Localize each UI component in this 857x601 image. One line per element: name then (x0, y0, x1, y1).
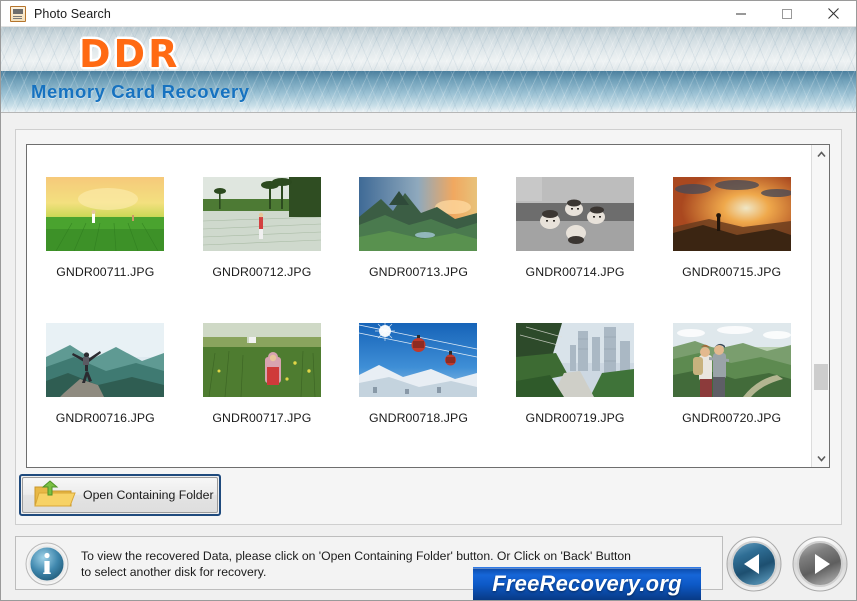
results-groupbox: GNDR00711.JPG GNDR00712.JPG GNDR00713.JP… (15, 129, 842, 525)
thumbnail-item[interactable]: GNDR00719.JPG (497, 323, 654, 425)
thumbnail-caption: GNDR00720.JPG (682, 411, 782, 425)
window-controls (718, 1, 856, 27)
thumbnail-list-panel[interactable]: GNDR00711.JPG GNDR00712.JPG GNDR00713.JP… (26, 144, 830, 468)
thumbnail-item[interactable]: GNDR00714.JPG (497, 177, 654, 279)
open-containing-folder-label: Open Containing Folder (83, 488, 214, 502)
thumbnail-image-couple-viewpoint[interactable] (672, 323, 791, 397)
thumbnail-image-rice-field-sunrise[interactable] (46, 177, 165, 251)
thumbnail-caption: GNDR00714.JPG (525, 265, 625, 279)
thumbnail-image-mountain-valley-sunset[interactable] (359, 177, 478, 251)
thumbnail-caption: GNDR00717.JPG (212, 411, 312, 425)
thumbnail-row: GNDR00716.JPG GNDR00717.JPG GNDR00718.JP… (27, 323, 810, 425)
vertical-scrollbar[interactable] (811, 145, 829, 467)
thumbnail-caption: GNDR00716.JPG (55, 411, 155, 425)
thumbnail-item[interactable]: GNDR00711.JPG (27, 177, 184, 279)
thumbnail-image-woman-mountain-peak[interactable] (46, 323, 165, 397)
brand-banner: DDR Memory Card Recovery (1, 27, 856, 112)
next-button[interactable] (792, 536, 848, 592)
thumbnail-caption: GNDR00715.JPG (682, 265, 782, 279)
thumbnail-item[interactable]: GNDR00718.JPG (340, 323, 497, 425)
folder-upload-icon (31, 479, 77, 511)
chevron-up-icon[interactable] (812, 145, 829, 163)
thumbnail-item[interactable]: GNDR00716.JPG (27, 323, 184, 425)
chevron-down-icon[interactable] (812, 449, 829, 467)
thumbnail-image-paddy-field-palms[interactable] (202, 177, 321, 251)
thumbnail-item[interactable]: GNDR00715.JPG (653, 177, 810, 279)
thumbnail-row: GNDR00711.JPG GNDR00712.JPG GNDR00713.JP… (27, 177, 810, 279)
thumbnail-grid: GNDR00711.JPG GNDR00712.JPG GNDR00713.JP… (27, 145, 810, 467)
back-button[interactable] (726, 536, 782, 592)
thumbnail-caption: GNDR00713.JPG (368, 265, 468, 279)
watermark-text: FreeRecovery.org (492, 571, 682, 596)
thumbnail-image-city-green-walkway[interactable] (516, 323, 635, 397)
maximize-icon[interactable] (764, 1, 810, 27)
minimize-icon[interactable] (718, 1, 764, 27)
banner-tagline: Memory Card Recovery (31, 81, 250, 102)
title-bar: Photo Search (1, 1, 856, 27)
thumbnail-image-children-lying-bw[interactable] (516, 177, 635, 251)
banner-divider (1, 112, 856, 113)
navigation-buttons (726, 536, 848, 592)
thumbnail-caption: GNDR00719.JPG (525, 411, 625, 425)
ddr-logo: DDR (79, 32, 181, 76)
photo-search-window: Photo Search DDR Memory Card Recovery GN… (0, 0, 857, 601)
thumbnail-image-hiker-sunset-cliff[interactable] (672, 177, 791, 251)
open-containing-folder-focus-ring: Open Containing Folder (19, 474, 221, 516)
thumbnail-caption: GNDR00718.JPG (368, 411, 468, 425)
scrollbar-thumb[interactable] (814, 364, 828, 390)
thumbnail-item[interactable]: GNDR00717.JPG (184, 323, 341, 425)
freerecovery-watermark: FreeRecovery.org (473, 567, 701, 600)
info-icon (25, 542, 69, 586)
thumbnail-item[interactable]: GNDR00720.JPG (653, 323, 810, 425)
app-photo-document-icon (10, 5, 26, 22)
open-containing-folder-button[interactable]: Open Containing Folder (22, 477, 218, 513)
close-icon[interactable] (810, 1, 856, 27)
thumbnail-caption: GNDR00712.JPG (212, 265, 312, 279)
thumbnail-caption: GNDR00711.JPG (56, 265, 155, 279)
thumbnail-image-woman-in-crop-field[interactable] (202, 323, 321, 397)
thumbnail-item[interactable]: GNDR00712.JPG (184, 177, 341, 279)
thumbnail-image-cable-car-snow[interactable] (359, 323, 478, 397)
window-title: Photo Search (34, 6, 111, 21)
thumbnail-item[interactable]: GNDR00713.JPG (340, 177, 497, 279)
